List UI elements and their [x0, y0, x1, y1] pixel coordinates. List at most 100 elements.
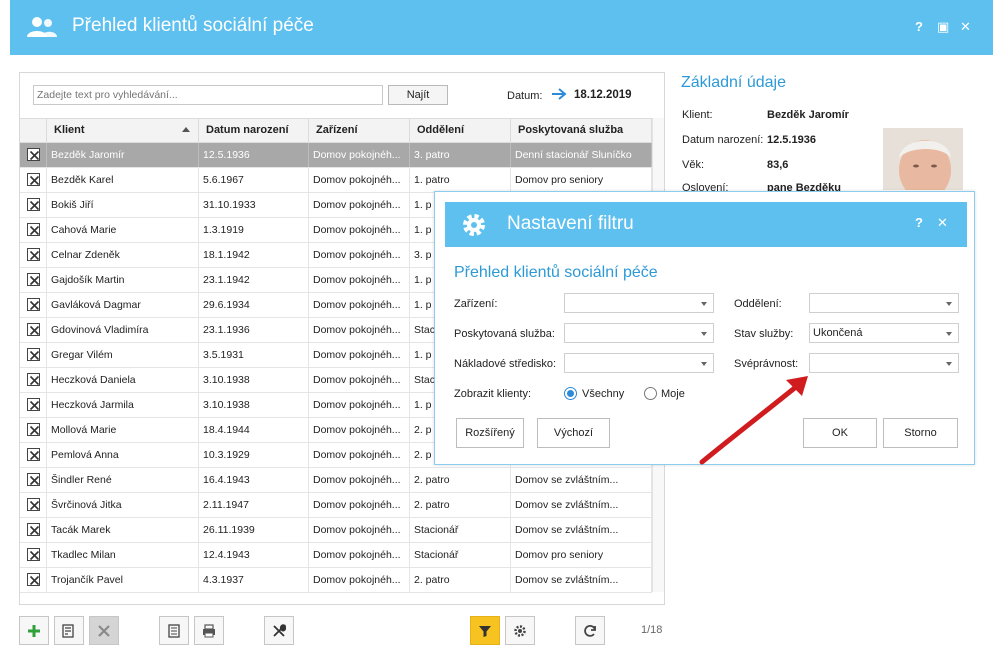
row-checkbox[interactable]	[20, 243, 47, 267]
row-checkbox[interactable]	[20, 518, 47, 542]
date-value[interactable]: 18.12.2019	[574, 89, 632, 101]
service-state-label: Stav služby:	[734, 328, 794, 340]
window-titlebar: Přehled klientů sociální péče ? ▣ ✕	[10, 0, 993, 55]
radio-mine[interactable]	[644, 387, 657, 400]
filter-button[interactable]	[470, 616, 500, 645]
checkbox-x-icon[interactable]	[26, 472, 40, 486]
chevron-down-icon	[701, 302, 707, 306]
radio-mine-label[interactable]: Moje	[661, 388, 685, 400]
default-button[interactable]: Výchozí	[537, 418, 610, 448]
checkbox-x-icon[interactable]	[26, 197, 40, 211]
tools-icon	[273, 624, 286, 637]
column-header-service[interactable]: Poskytovaná služba	[511, 119, 652, 142]
help-button[interactable]: ?	[915, 19, 923, 34]
checkbox-x-icon[interactable]	[26, 497, 40, 511]
row-checkbox[interactable]	[20, 418, 47, 442]
service-select[interactable]	[564, 323, 714, 343]
row-checkbox[interactable]	[20, 168, 47, 192]
cell-facility: Domov pokojnéh...	[309, 143, 410, 167]
service-state-select[interactable]: Ukončená	[809, 323, 959, 343]
delete-button[interactable]	[89, 616, 119, 645]
users-icon	[27, 17, 57, 37]
arrow-right-icon[interactable]	[551, 88, 567, 100]
row-checkbox[interactable]	[20, 543, 47, 567]
checkbox-x-icon[interactable]	[26, 547, 40, 561]
column-header-facility[interactable]: Zařízení	[309, 119, 410, 142]
cell-department: 2. patro	[410, 468, 511, 492]
advanced-button[interactable]: Rozšířený	[456, 418, 524, 448]
row-checkbox[interactable]	[20, 218, 47, 242]
print-button[interactable]	[194, 616, 224, 645]
checkbox-x-icon[interactable]	[26, 147, 40, 161]
edit-button[interactable]	[54, 616, 84, 645]
row-checkbox[interactable]	[20, 493, 47, 517]
checkbox-x-icon[interactable]	[26, 447, 40, 461]
search-input[interactable]	[33, 85, 383, 105]
service-label: Poskytovaná služba:	[454, 328, 555, 340]
radio-all-label[interactable]: Všechny	[582, 388, 624, 400]
column-header-birth[interactable]: Datum narození	[199, 119, 309, 142]
checkbox-x-icon[interactable]	[26, 297, 40, 311]
checkbox-x-icon[interactable]	[26, 397, 40, 411]
client-value: Bezděk Jaromír	[767, 109, 849, 121]
close-button[interactable]: ✕	[960, 19, 971, 35]
table-row[interactable]: Tacák Marek 26.11.1939 Domov pokojnéh... St…	[20, 518, 652, 543]
table-row[interactable]: Bezděk Karel 5.6.1967 Domov pokojnéh... 1. …	[20, 168, 652, 193]
cell-birth: 10.3.1929	[199, 443, 309, 467]
dialog-help-button[interactable]: ?	[915, 215, 923, 230]
checkbox-x-icon[interactable]	[26, 372, 40, 386]
checkbox-x-icon[interactable]	[26, 422, 40, 436]
refresh-button[interactable]	[575, 616, 605, 645]
cell-facility: Domov pokojnéh...	[309, 493, 410, 517]
table-row[interactable]: Švrčinová Jitka 2.11.1947 Domov pokojnéh..…	[20, 493, 652, 518]
checkbox-x-icon[interactable]	[26, 572, 40, 586]
column-header-client[interactable]: Klient	[47, 119, 199, 142]
facility-select[interactable]	[564, 293, 714, 313]
dialog-close-button[interactable]: ✕	[937, 215, 948, 231]
row-checkbox[interactable]	[20, 443, 47, 467]
row-checkbox[interactable]	[20, 468, 47, 492]
table-row[interactable]: Bezděk Jaromír 12.5.1936 Domov pokojnéh...…	[20, 143, 652, 168]
row-checkbox[interactable]	[20, 268, 47, 292]
row-checkbox[interactable]	[20, 293, 47, 317]
checkbox-x-icon[interactable]	[26, 347, 40, 361]
sort-asc-icon	[182, 127, 190, 132]
cell-facility: Domov pokojnéh...	[309, 268, 410, 292]
checkbox-x-icon[interactable]	[26, 247, 40, 261]
row-checkbox[interactable]	[20, 318, 47, 342]
checkbox-x-icon[interactable]	[26, 322, 40, 336]
checkbox-x-icon[interactable]	[26, 272, 40, 286]
edit-icon	[62, 624, 74, 638]
checkbox-x-icon[interactable]	[26, 172, 40, 186]
row-checkbox[interactable]	[20, 193, 47, 217]
department-select[interactable]	[809, 293, 959, 313]
cell-client: Gregar Vilém	[47, 343, 199, 367]
table-row[interactable]: Trojančík Pavel 4.3.1937 Domov pokojnéh...…	[20, 568, 652, 593]
tools-button[interactable]	[264, 616, 294, 645]
chevron-down-icon	[946, 302, 952, 306]
facility-label: Zařízení:	[454, 298, 498, 310]
cell-service: Domov se zvláštním...	[511, 493, 652, 517]
document-button[interactable]	[159, 616, 189, 645]
row-checkbox[interactable]	[20, 568, 47, 592]
gear-icon	[463, 214, 485, 236]
cancel-button[interactable]: Storno	[883, 418, 958, 448]
cell-facility: Domov pokojnéh...	[309, 518, 410, 542]
table-row[interactable]: Tkadlec Milan 12.4.1943 Domov pokojnéh... S…	[20, 543, 652, 568]
column-header-department[interactable]: Oddělení	[410, 119, 511, 142]
cell-facility: Domov pokojnéh...	[309, 318, 410, 342]
row-checkbox[interactable]	[20, 393, 47, 417]
row-checkbox[interactable]	[20, 343, 47, 367]
find-button[interactable]: Najít	[388, 85, 448, 105]
cell-birth: 18.4.1944	[199, 418, 309, 442]
settings-button[interactable]	[505, 616, 535, 645]
row-checkbox[interactable]	[20, 368, 47, 392]
add-button[interactable]	[19, 616, 49, 645]
radio-all[interactable]	[564, 387, 577, 400]
capacity-select[interactable]	[809, 353, 959, 373]
checkbox-x-icon[interactable]	[26, 522, 40, 536]
checkbox-x-icon[interactable]	[26, 222, 40, 236]
row-checkbox[interactable]	[20, 143, 47, 167]
table-row[interactable]: Šindler René 16.4.1943 Domov pokojnéh... 2.…	[20, 468, 652, 493]
maximize-button[interactable]: ▣	[937, 19, 949, 35]
